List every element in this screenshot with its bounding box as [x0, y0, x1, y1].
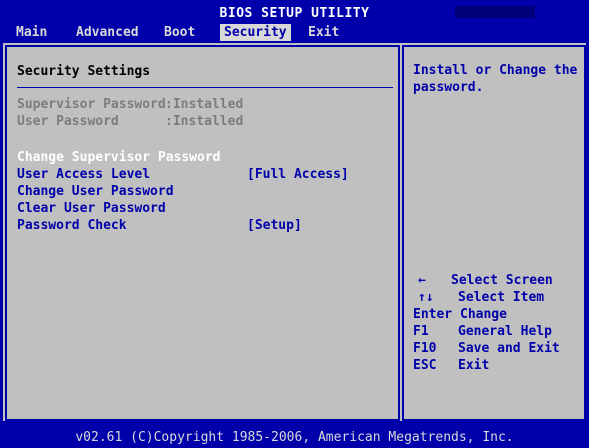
user-password-status-value: :Installed	[165, 114, 244, 129]
key-desc-select-item: Select Item	[458, 290, 545, 305]
supervisor-password-status-label: Supervisor Password	[17, 97, 166, 112]
bios-title: BIOS SETUP UTILITY	[219, 6, 370, 21]
change-supervisor-password-item[interactable]: Change Supervisor Password	[17, 149, 221, 166]
copyright-text: v02.61 (C)Copyright 1985-2006, American …	[75, 430, 514, 445]
user-password-status-label: User Password	[17, 114, 119, 129]
help-text: Install or Change the password.	[413, 63, 578, 95]
clear-user-password-item[interactable]: Clear User Password	[17, 200, 166, 217]
up-down-arrow-key-icon: ↑↓	[418, 290, 434, 305]
key-desc-general-help: General Help	[458, 324, 552, 339]
tab-boot[interactable]: Boot	[164, 24, 195, 41]
left-arrow-key-icon: ←	[418, 273, 426, 288]
section-divider	[17, 87, 393, 88]
tab-advanced[interactable]: Advanced	[76, 24, 139, 41]
password-check-item[interactable]: Password Check	[17, 217, 127, 234]
user-access-level-value[interactable]: [Full Access]	[247, 166, 349, 183]
key-desc-save-and-exit: Save and Exit	[458, 341, 560, 356]
key-esc: ESC	[413, 358, 437, 373]
tab-main[interactable]: Main	[16, 24, 47, 41]
change-user-password-item[interactable]: Change User Password	[17, 183, 174, 200]
password-check-value[interactable]: [Setup]	[247, 217, 302, 234]
key-desc-change: Change	[460, 307, 507, 322]
supervisor-password-status-value: :Installed	[165, 97, 244, 112]
key-enter: Enter	[413, 307, 453, 322]
user-access-level-item[interactable]: User Access Level	[17, 166, 150, 183]
tab-security[interactable]: Security	[220, 24, 291, 41]
key-f10: F10	[413, 341, 437, 356]
key-f1: F1	[413, 324, 429, 339]
tab-exit[interactable]: Exit	[308, 24, 339, 41]
key-desc-exit: Exit	[458, 358, 490, 373]
section-title: Security Settings	[17, 64, 151, 79]
key-desc-select-screen: Select Screen	[451, 273, 553, 288]
